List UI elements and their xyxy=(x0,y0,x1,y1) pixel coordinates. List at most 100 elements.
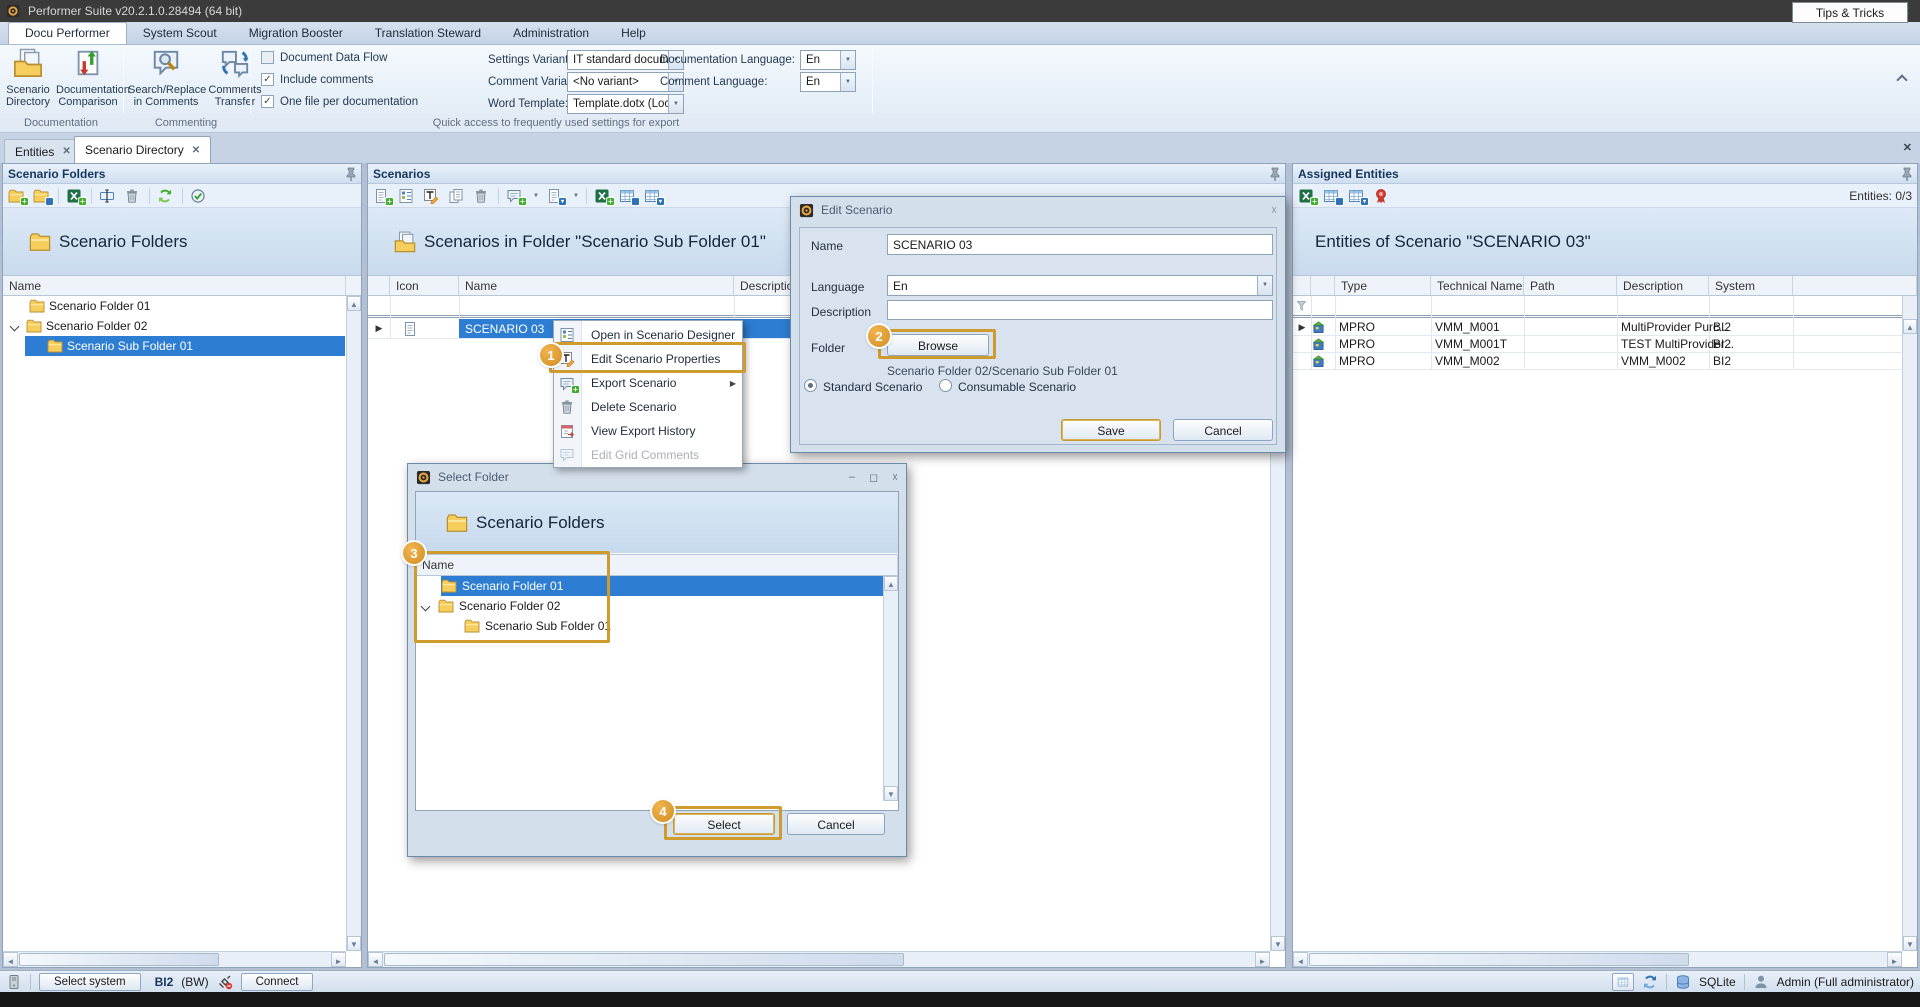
scroll-down-icon[interactable]: ▼ xyxy=(884,786,898,801)
scenario-directory-button[interactable]: Scenario Directory xyxy=(2,48,54,108)
entity-row[interactable]: MPRO VMM_M002 VMM_M002 BI2 xyxy=(1293,353,1902,370)
edit-scenario-titlebar[interactable]: Edit Scenario ☓ xyxy=(791,197,1285,223)
expand-chevron-icon[interactable] xyxy=(10,321,20,331)
transfer-grid-button[interactable]: ▾ xyxy=(644,187,662,204)
save-grid-button[interactable] xyxy=(1323,187,1341,204)
chevron-down-icon[interactable]: ▼ xyxy=(840,73,855,91)
name-column-header[interactable]: Name xyxy=(3,276,346,295)
close-icon[interactable]: ☓ xyxy=(892,471,898,484)
pin-icon[interactable] xyxy=(1267,166,1283,182)
scrollbar-thumb[interactable] xyxy=(1309,953,1689,966)
chevron-down-icon[interactable]: ▼ xyxy=(840,51,855,69)
scroll-right-icon[interactable]: ► xyxy=(1887,952,1902,967)
type-column-header[interactable]: Type xyxy=(1335,276,1431,295)
scroll-right-icon[interactable]: ► xyxy=(331,952,346,967)
rename-folder-button[interactable] xyxy=(99,187,117,204)
comment-language-select[interactable]: En ▼ xyxy=(800,72,856,92)
sync-icon[interactable] xyxy=(1642,974,1658,990)
horizontal-scrollbar[interactable]: ◄ ► xyxy=(1293,951,1902,967)
pin-icon[interactable] xyxy=(1899,166,1915,182)
minimize-icon[interactable]: – xyxy=(849,471,855,484)
entity-row[interactable]: MPRO VMM_M001T TEST MultiProvider... BI2 xyxy=(1293,336,1902,353)
scrollbar-thumb[interactable] xyxy=(19,953,219,966)
browse-button[interactable]: Browse xyxy=(887,334,989,356)
name-input[interactable]: SCENARIO 03 xyxy=(887,234,1273,255)
tab-help[interactable]: Help xyxy=(605,23,662,44)
scroll-up-icon[interactable]: ▲ xyxy=(884,576,898,591)
tree-item-scenario-folder-01[interactable]: Scenario Folder 01 xyxy=(3,296,345,316)
description-input[interactable] xyxy=(887,300,1273,320)
export-document-button[interactable]: ▾ xyxy=(546,187,564,204)
select-system-button[interactable]: Select system xyxy=(39,973,141,991)
standard-scenario-label[interactable]: Standard Scenario xyxy=(823,380,922,394)
documentation-language-select[interactable]: En ▼ xyxy=(800,50,856,70)
close-tab-icon[interactable]: ✕ xyxy=(192,145,200,156)
scroll-up-icon[interactable]: ▲ xyxy=(1903,319,1917,334)
save-folder-button[interactable] xyxy=(33,187,51,204)
scroll-left-icon[interactable]: ◄ xyxy=(1293,952,1308,967)
menu-export-scenario[interactable]: + Export Scenario ▶ xyxy=(554,371,742,395)
tab-system-scout[interactable]: System Scout xyxy=(127,23,233,44)
scroll-down-icon[interactable]: ▼ xyxy=(347,936,361,951)
vertical-scrollbar[interactable]: ▲ ▼ xyxy=(883,576,898,801)
name-column-header[interactable]: Name xyxy=(459,276,734,295)
icon-column-header[interactable]: Icon xyxy=(390,276,459,295)
language-select[interactable]: En ▼ xyxy=(887,275,1273,296)
tips-and-tricks-button[interactable]: Tips & Tricks xyxy=(1792,2,1908,23)
path-column-header[interactable]: Path xyxy=(1524,276,1617,295)
chevron-down-icon[interactable]: ▼ xyxy=(1257,276,1272,295)
vertical-scrollbar[interactable]: ▲ ▼ xyxy=(346,296,361,951)
name-column-header[interactable]: Name xyxy=(416,555,898,575)
chevron-down-icon[interactable]: ▼ xyxy=(533,193,539,199)
description-column-header[interactable]: Description xyxy=(1617,276,1709,295)
tree-item-scenario-folder-02[interactable]: Scenario Folder 02 xyxy=(3,316,345,336)
close-icon[interactable]: ☓ xyxy=(1271,204,1277,217)
maximize-icon[interactable]: ◻ xyxy=(869,471,878,484)
menu-delete-scenario[interactable]: Delete Scenario xyxy=(554,395,742,419)
checkbox-include-comments[interactable]: ✓ Include comments xyxy=(261,73,373,86)
export-comments-button[interactable]: + xyxy=(506,187,524,204)
export-excel-button[interactable]: + xyxy=(594,187,612,204)
word-template-select[interactable]: Template.dotx (Local) ▼ xyxy=(567,94,684,114)
delete-scenario-button[interactable] xyxy=(473,187,491,204)
add-folder-button[interactable]: + xyxy=(8,187,26,204)
consumable-scenario-radio[interactable] xyxy=(939,379,952,392)
connect-button[interactable]: Connect xyxy=(241,973,314,991)
close-tab-icon[interactable]: ✕ xyxy=(62,146,70,157)
dialog-tree-item-scenario-folder-02[interactable]: Scenario Folder 02 xyxy=(408,596,885,616)
export-excel-button[interactable]: + xyxy=(66,187,84,204)
refresh-button[interactable] xyxy=(157,187,175,204)
scroll-right-icon[interactable]: ► xyxy=(1255,952,1270,967)
dialog-tree-item-scenario-sub-folder-01[interactable]: Scenario Sub Folder 01 xyxy=(408,616,885,636)
close-document-icon[interactable]: ✕ xyxy=(1903,141,1912,154)
doc-tab-entities[interactable]: Entities ✕ xyxy=(4,139,82,163)
pin-icon[interactable] xyxy=(343,166,359,182)
transfer-grid-button[interactable]: ▾ xyxy=(1348,187,1366,204)
edit-scenario-properties-button[interactable] xyxy=(423,187,441,204)
scroll-left-icon[interactable]: ◄ xyxy=(3,952,18,967)
comments-transfer-button[interactable]: Comments Transfer xyxy=(206,48,264,108)
horizontal-scrollbar[interactable]: ◄ ► xyxy=(3,951,346,967)
scrollbar-thumb[interactable] xyxy=(384,953,904,966)
chevron-down-icon[interactable]: ▼ xyxy=(668,95,683,113)
tab-administration[interactable]: Administration xyxy=(497,23,605,44)
entity-row[interactable]: ▶ MPRO VMM_M001 MultiProvider Purc... BI… xyxy=(1293,319,1902,336)
tab-translation-steward[interactable]: Translation Steward xyxy=(359,23,497,44)
checkbox-document-data-flow[interactable]: Document Data Flow xyxy=(261,51,387,64)
consumable-scenario-label[interactable]: Consumable Scenario xyxy=(958,380,1076,394)
save-button[interactable]: Save xyxy=(1061,419,1161,441)
save-grid-button[interactable] xyxy=(619,187,637,204)
scroll-left-icon[interactable]: ◄ xyxy=(368,952,383,967)
remove-assignment-button[interactable] xyxy=(1373,187,1391,204)
doc-tab-scenario-directory[interactable]: Scenario Directory ✕ xyxy=(74,136,211,163)
cancel-button[interactable]: Cancel xyxy=(1173,419,1273,441)
scroll-down-icon[interactable]: ▼ xyxy=(1271,936,1285,951)
open-scenario-designer-button[interactable] xyxy=(398,187,416,204)
technical-name-column-header[interactable]: Technical Name xyxy=(1431,276,1524,295)
filter-row[interactable] xyxy=(1293,296,1902,318)
standard-scenario-radio[interactable] xyxy=(804,379,817,392)
checkbox-one-file-per-doc[interactable]: ✓ One file per documentation xyxy=(261,95,418,108)
add-scenario-button[interactable]: + xyxy=(373,187,391,204)
menu-open-in-scenario-designer[interactable]: Open in Scenario Designer xyxy=(554,323,742,347)
expand-chevron-icon[interactable] xyxy=(421,601,431,611)
